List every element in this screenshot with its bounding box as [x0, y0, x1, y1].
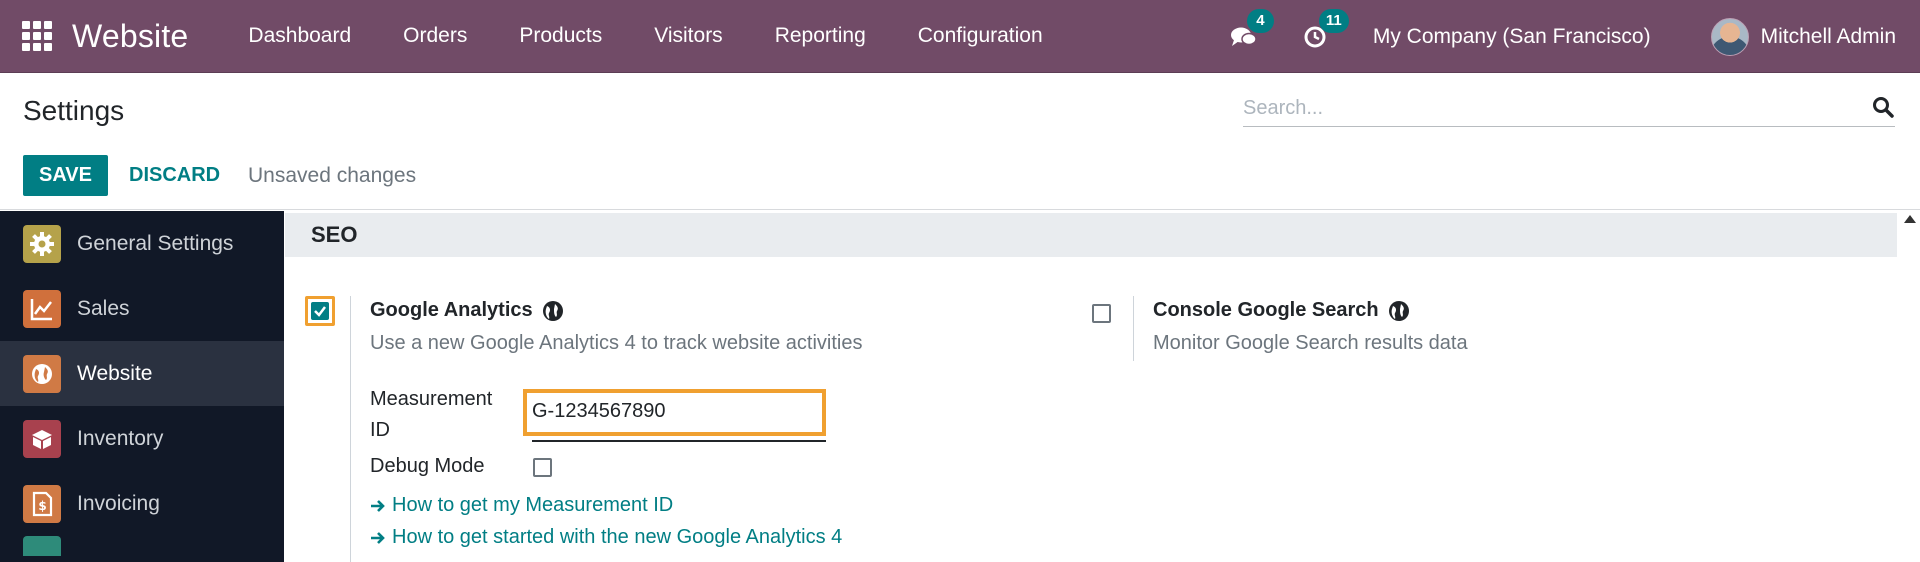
avatar: [1710, 17, 1749, 56]
globe-icon: [1388, 300, 1409, 321]
sidebar-item-label: Website: [77, 361, 153, 385]
google-analytics-description: Use a new Google Analytics 4 to track we…: [370, 332, 863, 354]
link-text: How to get started with the new Google A…: [392, 526, 843, 548]
sidebar-item-invoicing[interactable]: $ Invoicing: [0, 471, 284, 536]
sidebar-item-label: General Settings: [77, 231, 234, 255]
discard-button[interactable]: DISCARD: [129, 155, 220, 196]
settings-content: SEO Google Analytics Use a new Google An…: [285, 211, 1920, 562]
globe-icon: [542, 300, 563, 321]
setting-divider: [350, 296, 351, 562]
activities-button[interactable]: 11: [1301, 8, 1349, 52]
section-header-seo: SEO: [285, 213, 1897, 257]
page-title: Settings: [23, 95, 125, 126]
save-button[interactable]: SAVE: [23, 155, 108, 196]
google-analytics-title-text: Google Analytics: [370, 299, 533, 321]
link-text: How to get my Measurement ID: [392, 494, 674, 516]
top-navbar: Website Dashboard Orders Products Visito…: [0, 0, 1920, 73]
company-switcher[interactable]: My Company (San Francisco): [1373, 25, 1651, 49]
arrow-right-icon: [371, 499, 385, 512]
menu-products[interactable]: Products: [493, 24, 628, 48]
debug-mode-label: Debug Mode: [370, 455, 485, 477]
app-icon: [23, 536, 61, 556]
unsaved-changes-status: Unsaved changes: [248, 163, 417, 187]
menu-configuration[interactable]: Configuration: [892, 24, 1069, 48]
search-icon[interactable]: [1871, 95, 1895, 119]
menu-dashboard[interactable]: Dashboard: [222, 24, 377, 48]
sidebar-item-general-settings[interactable]: General Settings: [0, 211, 284, 276]
google-analytics-title: Google Analytics: [370, 299, 564, 322]
ga4-getting-started-link[interactable]: How to get started with the new Google A…: [370, 526, 842, 549]
checkmark-icon: [311, 302, 329, 320]
debug-mode-checkbox[interactable]: [533, 458, 552, 477]
arrow-right-icon: [371, 531, 385, 544]
app-brand[interactable]: Website: [72, 18, 188, 55]
chart-icon: [23, 289, 61, 328]
svg-text:$: $: [38, 499, 46, 513]
settings-sidebar: General Settings Sales Website Inventory…: [0, 211, 284, 562]
menu-visitors[interactable]: Visitors: [628, 24, 748, 48]
sidebar-item-website[interactable]: Website: [0, 341, 284, 406]
measurement-id-input[interactable]: [532, 394, 822, 428]
measurement-id-help-link[interactable]: How to get my Measurement ID: [370, 494, 673, 517]
console-google-search-checkbox[interactable]: [1092, 304, 1111, 323]
sidebar-item-partial[interactable]: [0, 536, 284, 562]
measurement-id-underline: [532, 440, 826, 442]
scroll-up-arrow-icon[interactable]: [1904, 215, 1916, 223]
activities-count-badge: 11: [1318, 8, 1349, 33]
main-menu: Dashboard Orders Products Visitors Repor…: [222, 24, 1068, 48]
apps-menu-icon[interactable]: [22, 21, 52, 51]
box-icon: [23, 419, 61, 458]
control-panel: Settings SAVE DISCARD Unsaved changes: [0, 73, 1920, 210]
messages-button[interactable]: 4: [1229, 8, 1274, 52]
sidebar-item-inventory[interactable]: Inventory: [0, 406, 284, 471]
messages-count-badge: 4: [1246, 8, 1274, 33]
user-menu[interactable]: Mitchell Admin: [1710, 17, 1896, 56]
sidebar-item-label: Invoicing: [77, 491, 160, 515]
sidebar-item-sales[interactable]: Sales: [0, 276, 284, 341]
menu-reporting[interactable]: Reporting: [749, 24, 892, 48]
setting-divider: [1133, 296, 1134, 361]
invoice-icon: $: [23, 484, 61, 523]
console-google-search-description: Monitor Google Search results data: [1153, 332, 1468, 354]
google-analytics-checkbox[interactable]: [305, 296, 335, 326]
console-google-search-title: Console Google Search: [1153, 299, 1410, 322]
sidebar-item-label: Sales: [77, 296, 130, 320]
user-name: Mitchell Admin: [1760, 24, 1896, 48]
sidebar-item-label: Inventory: [77, 426, 164, 450]
globe-icon: [23, 354, 61, 393]
console-google-search-title-text: Console Google Search: [1153, 299, 1379, 321]
gear-icon: [23, 224, 61, 263]
measurement-id-label: Measurement ID: [370, 388, 493, 441]
search-bar: [1243, 93, 1895, 127]
search-input[interactable]: [1243, 93, 1843, 123]
menu-orders[interactable]: Orders: [377, 24, 493, 48]
navbar-systray: 4 11 My Company (San Francisco) Mitchell…: [1229, 0, 1920, 73]
